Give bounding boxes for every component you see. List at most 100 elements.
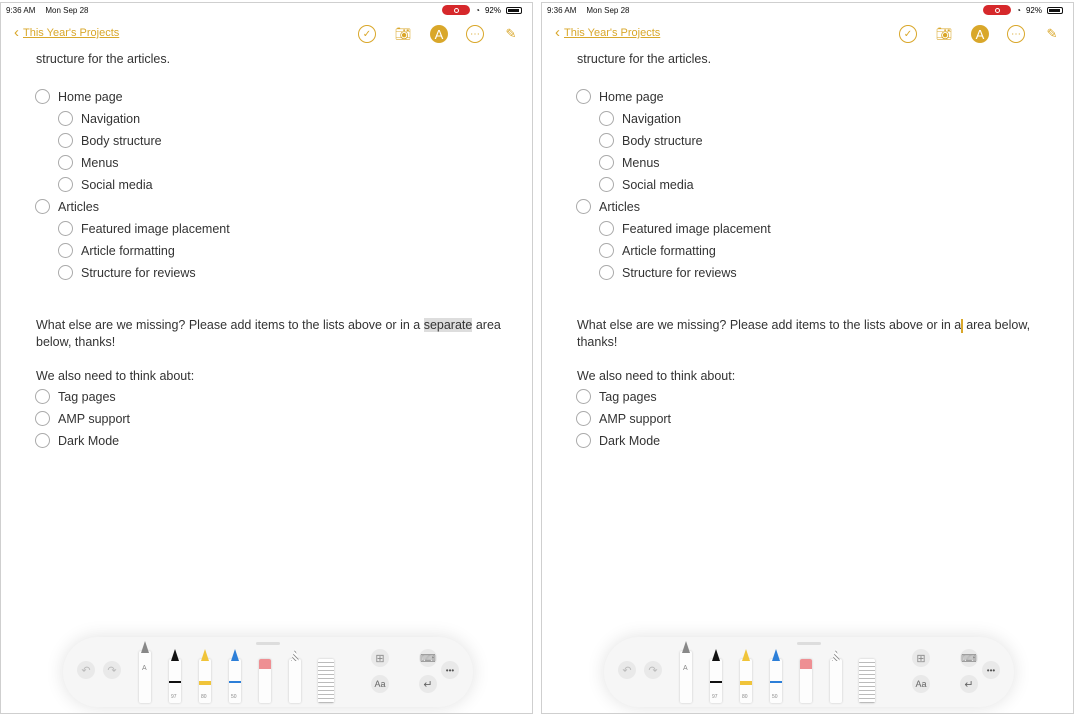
- toolbar-grabber[interactable]: [797, 642, 821, 645]
- checklist-item: Article formatting: [599, 243, 716, 258]
- checkbox[interactable]: [58, 265, 73, 280]
- checkbox[interactable]: [35, 89, 50, 104]
- markup-icon[interactable]: A: [971, 25, 989, 43]
- checkbox[interactable]: [576, 199, 591, 214]
- camera-icon[interactable]: 📷︎: [394, 25, 412, 43]
- checkbox[interactable]: [576, 389, 591, 404]
- checklist-item: Social media: [599, 177, 694, 192]
- checklist-item: Home page: [35, 89, 123, 104]
- checklist-item: AMP support: [576, 411, 671, 426]
- pen-tool[interactable]: 97: [169, 649, 181, 703]
- return-icon[interactable]: ↵: [419, 675, 437, 693]
- toolbar-more-button[interactable]: •••: [982, 661, 1000, 679]
- compose-icon[interactable]: ✎: [502, 25, 520, 43]
- checklist-item-label: Article formatting: [81, 243, 175, 258]
- checklist-item: Social media: [58, 177, 153, 192]
- ipad-screen-before: 9:36 AM Mon Sep 28 ◔ 92% ‹ This Year's Proj…: [0, 2, 533, 714]
- status-bar: 9:36 AM Mon Sep 28: [6, 6, 99, 15]
- table-icon[interactable]: ⊞: [371, 649, 389, 667]
- tool-label: 97: [712, 694, 718, 700]
- checkbox[interactable]: [58, 177, 73, 192]
- status-right: ◔ 92%: [442, 5, 522, 15]
- checklist-item-label: Structure for reviews: [622, 265, 737, 280]
- checkbox[interactable]: [599, 265, 614, 280]
- checkbox[interactable]: [58, 243, 73, 258]
- marker-tool[interactable]: 80: [199, 649, 211, 703]
- keyboard-icon[interactable]: ⌨: [960, 649, 978, 667]
- lasso-tool[interactable]: [289, 649, 301, 703]
- eraser-tool[interactable]: [800, 659, 812, 703]
- tool-label: 80: [742, 694, 748, 700]
- checkbox[interactable]: [35, 199, 50, 214]
- checkbox[interactable]: [35, 389, 50, 404]
- markup-icon[interactable]: A: [430, 25, 448, 43]
- redo-icon[interactable]: ↷: [644, 661, 662, 679]
- toolbar-more-button[interactable]: •••: [441, 661, 459, 679]
- ruler-tool[interactable]: [859, 659, 875, 703]
- pen-tool[interactable]: 97: [710, 649, 722, 703]
- keyboard-icon[interactable]: ⌨: [419, 649, 437, 667]
- checkbox[interactable]: [58, 221, 73, 236]
- lasso-tool[interactable]: [830, 649, 842, 703]
- more-icon[interactable]: ⋯: [466, 25, 484, 43]
- pencil-tool[interactable]: 50: [770, 649, 782, 703]
- checkbox[interactable]: [599, 177, 614, 192]
- checklist-item: Home page: [576, 89, 664, 104]
- checkbox[interactable]: [599, 133, 614, 148]
- marker-tool[interactable]: 80: [740, 649, 752, 703]
- checklist-item-label: Structure for reviews: [81, 265, 196, 280]
- undo-icon[interactable]: ↶: [77, 661, 95, 679]
- note-paragraph[interactable]: What else are we missing? Please add ite…: [577, 317, 1047, 351]
- checklist-item: Body structure: [58, 133, 162, 148]
- toolbar-grabber[interactable]: [256, 642, 280, 645]
- redo-icon[interactable]: ↷: [103, 661, 121, 679]
- table-icon[interactable]: ⊞: [912, 649, 930, 667]
- selected-word: separate: [423, 318, 473, 332]
- checklist-item-label: Menus: [622, 155, 660, 170]
- note-text-intro: structure for the articles.: [577, 52, 712, 66]
- checkbox[interactable]: [576, 411, 591, 426]
- date: Mon Sep 28: [586, 6, 630, 15]
- checkbox[interactable]: [599, 155, 614, 170]
- checkbox[interactable]: [58, 133, 73, 148]
- checkbox[interactable]: [576, 89, 591, 104]
- checklist-item-label: AMP support: [599, 411, 672, 426]
- paragraph-text: What else are we missing? Please add ite…: [577, 318, 962, 332]
- screen-recording-indicator: [442, 5, 471, 15]
- checklist-item-label: Tag pages: [58, 389, 116, 404]
- back-button[interactable]: ‹ This Year's Projects: [555, 25, 660, 40]
- checklist-item-label: Social media: [622, 177, 694, 192]
- checkbox[interactable]: [599, 243, 614, 258]
- return-icon[interactable]: ↵: [960, 675, 978, 693]
- format-button[interactable]: Aa: [912, 675, 930, 693]
- camera-icon[interactable]: 📷︎: [935, 25, 953, 43]
- format-button[interactable]: Aa: [371, 675, 389, 693]
- checklist-item-label: Article formatting: [622, 243, 716, 258]
- compose-icon[interactable]: ✎: [1043, 25, 1061, 43]
- eraser-tool[interactable]: [259, 659, 271, 703]
- ruler-tool[interactable]: [318, 659, 334, 703]
- status-right: ◔ 92%: [983, 5, 1063, 15]
- handwriting-pencil-tool[interactable]: A: [680, 641, 692, 703]
- checklist-item-label: Dark Mode: [599, 433, 661, 448]
- checkbox[interactable]: [576, 433, 591, 448]
- checkbox[interactable]: [35, 433, 50, 448]
- checkbox[interactable]: [58, 155, 73, 170]
- checklist-item-label: Articles: [599, 199, 640, 214]
- chevron-left-icon: ‹: [14, 24, 19, 41]
- checkbox[interactable]: [599, 221, 614, 236]
- checklist-item-label: Home page: [58, 89, 123, 104]
- pencil-tool[interactable]: 50: [229, 649, 241, 703]
- undo-icon[interactable]: ↶: [618, 661, 636, 679]
- back-button[interactable]: ‹ This Year's Projects: [14, 24, 119, 41]
- checklist-icon[interactable]: ✓: [899, 25, 917, 43]
- note-paragraph[interactable]: What else are we missing? Please add ite…: [36, 317, 506, 351]
- checklist-item: Structure for reviews: [58, 265, 196, 280]
- checkbox[interactable]: [599, 111, 614, 126]
- checkbox[interactable]: [35, 411, 50, 426]
- more-icon[interactable]: ⋯: [1007, 25, 1025, 43]
- battery-icon: [506, 6, 522, 14]
- checklist-icon[interactable]: ✓: [358, 25, 376, 43]
- handwriting-pencil-tool[interactable]: A: [139, 641, 151, 703]
- checkbox[interactable]: [58, 111, 73, 126]
